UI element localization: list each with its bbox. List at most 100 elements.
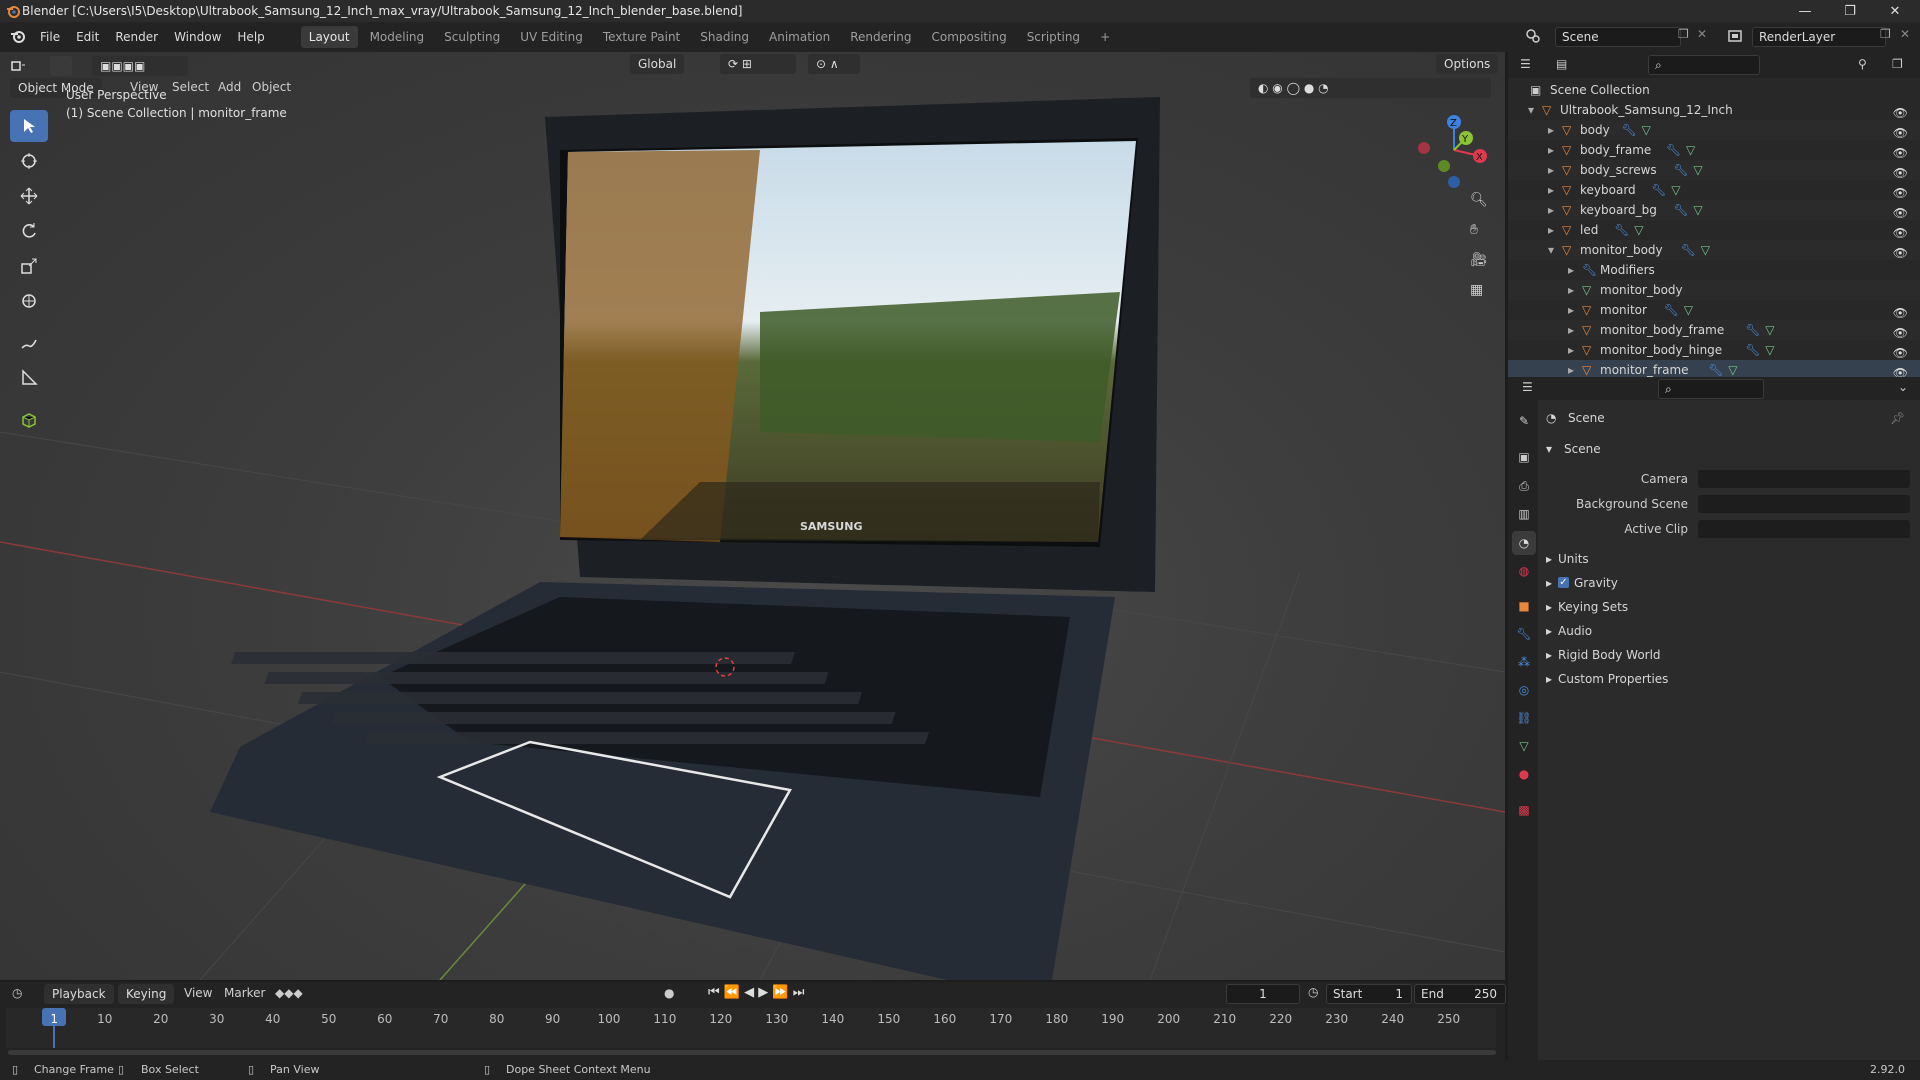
modifier-wrench-icon[interactable]: 🔧︎ — [1614, 220, 1629, 240]
units-panel[interactable]: ▸ Units — [1540, 548, 1910, 570]
menu-file[interactable]: File — [32, 22, 68, 52]
scene-selector[interactable]: Scene — [1555, 27, 1681, 47]
scene-panel-header[interactable]: ▾ Scene — [1540, 438, 1910, 460]
menu-help[interactable]: Help — [229, 22, 272, 52]
start-frame-field[interactable]: Start 1 — [1326, 984, 1412, 1004]
outliner-editor-icon[interactable]: ☰ — [1520, 57, 1531, 71]
mesh-data-icon[interactable]: ▽ — [1671, 180, 1680, 200]
mesh-data-icon[interactable]: ▽ — [1765, 320, 1774, 340]
tab-material[interactable]: ● — [1512, 762, 1536, 786]
menu-render[interactable]: Render — [107, 22, 166, 52]
tab-animation[interactable]: Animation — [761, 26, 838, 48]
transform-orientation-dropdown[interactable]: Global — [630, 54, 685, 74]
disclosure-triangle-icon[interactable]: ▸ — [1548, 220, 1554, 240]
modifier-wrench-icon[interactable]: 🔧︎ — [1673, 200, 1688, 220]
minimize-button[interactable]: — — [1785, 0, 1825, 22]
viewport-shading-group[interactable]: ◐ ◉ ◯ ● ◔ — [1250, 78, 1491, 98]
tab-uv-editing[interactable]: UV Editing — [512, 26, 591, 48]
disclosure-triangle-icon[interactable]: ▸ — [1548, 200, 1554, 220]
timeline-editor-icon[interactable]: ◷ — [12, 986, 22, 1000]
object-menu[interactable]: Object — [252, 80, 291, 94]
outliner-row[interactable]: ▸ ▽ body 🔧︎ ▽ 👁︎ — [1508, 120, 1920, 140]
record-icon[interactable]: ● — [664, 986, 674, 1000]
camera-icon[interactable]: 🎥︎ — [1470, 252, 1488, 268]
keying-menu[interactable]: Keying — [118, 984, 175, 1004]
marker-menu[interactable]: Marker — [224, 986, 265, 1000]
menu-window[interactable]: Window — [166, 22, 229, 52]
rotate-tool[interactable] — [10, 215, 48, 247]
new-render-layer-icon[interactable]: ❐ — [1880, 27, 1891, 41]
outliner-row[interactable]: ▾ ▽ Ultrabook_Samsung_12_Inch 👁︎ — [1508, 100, 1920, 120]
display-mode-icon[interactable]: ▤ — [1556, 57, 1567, 71]
cursor-tool[interactable] — [10, 145, 48, 177]
disclosure-triangle-icon[interactable]: ▾ — [1528, 100, 1534, 120]
annotate-tool[interactable] — [10, 327, 48, 359]
outliner-search-input[interactable]: ⌕ — [1648, 55, 1760, 75]
modifier-wrench-icon[interactable]: 🔧︎ — [1666, 140, 1681, 160]
outliner-row[interactable]: ▸ ▽ keyboard 🔧︎ ▽ 👁︎ — [1508, 180, 1920, 200]
playback-menu[interactable]: Playback — [44, 984, 114, 1004]
tab-physics[interactable]: ◎ — [1512, 678, 1536, 702]
tab-layout[interactable]: Layout — [300, 26, 358, 48]
mesh-data-icon[interactable]: ▽ — [1686, 140, 1695, 160]
outliner-row[interactable]: ▸ ▽ monitor_body_frame 🔧︎ ▽ 👁︎ — [1508, 320, 1920, 340]
custom-properties-panel[interactable]: ▸ Custom Properties — [1540, 668, 1910, 690]
outliner-row[interactable]: ▾ ▽ monitor_body 🔧︎ ▽ 👁︎ — [1508, 240, 1920, 260]
modifier-wrench-icon[interactable]: 🔧︎ — [1673, 160, 1688, 180]
properties-options-icon[interactable]: ⌄ — [1898, 380, 1908, 394]
close-button[interactable]: ✕ — [1875, 0, 1915, 22]
outliner-row[interactable]: ▸ ▽ keyboard_bg 🔧︎ ▽ 👁︎ — [1508, 200, 1920, 220]
camera-field[interactable] — [1698, 470, 1910, 488]
proportional-edit-button[interactable]: ⊙ ∧ — [808, 54, 860, 74]
outliner-row[interactable]: ▸ 🔧︎ Modifiers — [1508, 260, 1920, 280]
disclosure-triangle-icon[interactable]: ▸ — [1548, 120, 1554, 140]
mesh-data-icon[interactable]: ▽ — [1693, 160, 1702, 180]
tab-texture-paint[interactable]: Texture Paint — [595, 26, 688, 48]
disclosure-triangle-icon[interactable]: ▾ — [1548, 240, 1554, 260]
navigation-gizmo[interactable]: Z X Y — [1410, 110, 1500, 190]
outliner-row[interactable]: ▸ ▽ body_frame 🔧︎ ▽ 👁︎ — [1508, 140, 1920, 160]
playback-controls[interactable]: ⏮ ⏪ ◀ ▶ ⏩ ⏭ — [708, 985, 804, 1000]
tab-texture[interactable]: ▩ — [1512, 798, 1536, 822]
mesh-data-icon[interactable]: ▽ — [1684, 300, 1693, 320]
tab-object[interactable]: ■ — [1512, 594, 1536, 618]
audio-panel[interactable]: ▸ Audio — [1540, 620, 1910, 642]
pan-hand-icon[interactable]: ✋︎ — [1470, 222, 1478, 238]
measure-tool[interactable] — [10, 362, 48, 394]
render-layer-selector[interactable]: RenderLayer — [1752, 27, 1886, 47]
menu-edit[interactable]: Edit — [68, 22, 107, 52]
add-menu[interactable]: Add — [218, 80, 241, 94]
properties-search-input[interactable]: ⌕ — [1658, 379, 1764, 399]
select-mode-group[interactable]: ▣▣▣▣ — [92, 56, 188, 76]
active-clip-field[interactable] — [1698, 520, 1910, 538]
modifier-wrench-icon[interactable]: 🔧︎ — [1681, 240, 1696, 260]
tab-modeling[interactable]: Modeling — [362, 26, 433, 48]
mesh-data-icon[interactable]: ▽ — [1642, 120, 1651, 140]
preview-range-icon[interactable]: ◷ — [1308, 985, 1318, 999]
gravity-panel[interactable]: ▸ ✓ Gravity — [1540, 572, 1910, 594]
rigid-body-world-panel[interactable]: ▸ Rigid Body World — [1540, 644, 1910, 666]
new-collection-icon[interactable]: ❐ — [1892, 57, 1903, 71]
tab-modifiers[interactable]: 🔧︎ — [1512, 622, 1536, 646]
mesh-data-icon[interactable]: ▽ — [1634, 220, 1643, 240]
editor-type-icon[interactable] — [10, 58, 28, 77]
blender-menu-icon[interactable] — [10, 28, 26, 47]
disclosure-triangle-icon[interactable]: ▸ — [1548, 140, 1554, 160]
mesh-data-icon[interactable]: ▽ — [1765, 340, 1774, 360]
background-scene-field[interactable] — [1698, 495, 1910, 513]
outliner-row[interactable]: ▸ ▽ led 🔧︎ ▽ 👁︎ — [1508, 220, 1920, 240]
tab-shading[interactable]: Shading — [692, 26, 757, 48]
properties-editor-icon[interactable]: ☰ — [1522, 380, 1533, 394]
pivot-snap-group[interactable]: ⟳ ⊞ — [720, 54, 796, 74]
select-menu[interactable]: Select — [172, 80, 209, 94]
tab-compositing[interactable]: Compositing — [923, 26, 1014, 48]
select-tool-button[interactable] — [50, 56, 72, 76]
add-workspace-button[interactable]: + — [1092, 26, 1118, 48]
outliner-row[interactable]: ▸ ▽ monitor_body — [1508, 280, 1920, 300]
gravity-checkbox[interactable]: ✓ — [1558, 577, 1569, 588]
end-frame-field[interactable]: End 250 — [1414, 984, 1506, 1004]
tab-sculpting[interactable]: Sculpting — [436, 26, 508, 48]
outliner-row[interactable]: ▸ ▽ body_screws 🔧︎ ▽ 👁︎ — [1508, 160, 1920, 180]
timeline-view-menu[interactable]: View — [184, 986, 212, 1000]
modifier-wrench-icon[interactable]: 🔧︎ — [1651, 180, 1666, 200]
